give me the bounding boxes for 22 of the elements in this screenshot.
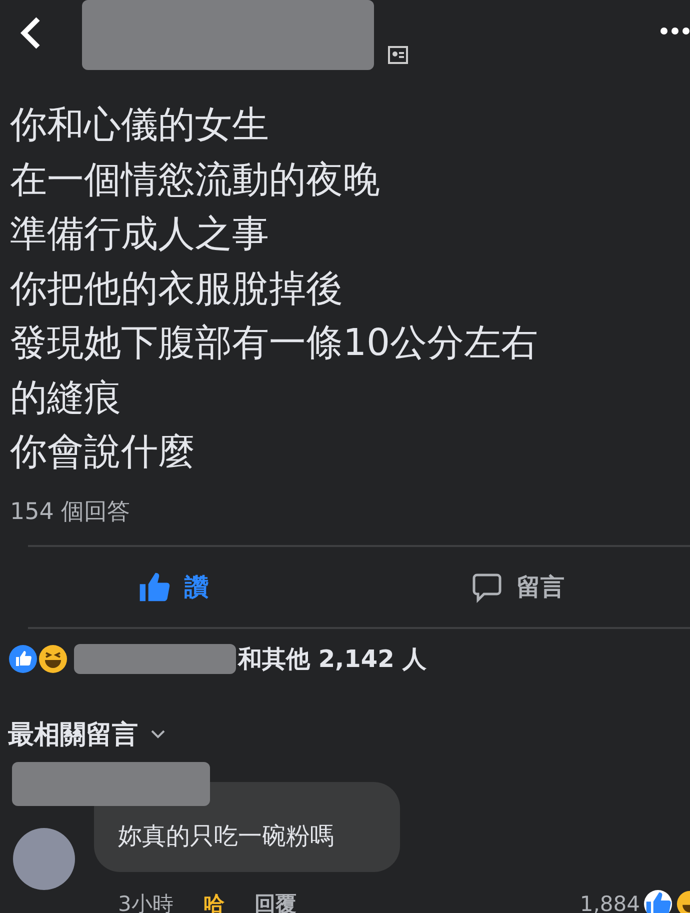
like-button[interactable]: 讚 — [0, 568, 345, 604]
back-icon[interactable] — [20, 16, 42, 50]
profile-card-icon — [388, 45, 408, 65]
chevron-down-icon — [150, 728, 166, 740]
comment-sort-dropdown[interactable]: 最相關留言 — [0, 688, 174, 762]
post-text-line: 發現她下腹部有一條10公分左右 — [10, 320, 540, 366]
post-text-line: 你會說什麼 — [10, 429, 196, 475]
more-icon[interactable] — [660, 26, 690, 36]
comment-button[interactable]: 留言 — [345, 570, 690, 604]
reactions-summary[interactable]: 和其他 2,142 人 — [238, 642, 427, 674]
thumbs-up-icon — [644, 890, 672, 913]
reaction-count: 1,884 — [580, 892, 640, 913]
post-text-line: 你和心儀的女生 — [10, 102, 270, 148]
laughing-emoji-icon — [38, 644, 68, 674]
comment-time: 3小時 — [118, 890, 174, 913]
post-text-line: 準備行成人之事 — [10, 211, 270, 257]
post-text-line: 你把他的衣服脫掉後 — [10, 266, 344, 312]
answers-count[interactable]: 154 個回答 — [10, 496, 680, 526]
post-text-line: 在一個情慾流動的夜晚 — [10, 156, 381, 202]
comment-text: 妳真的只吃一碗粉嗎 — [118, 822, 334, 850]
post-text-line: 的縫痕 — [10, 374, 122, 420]
like-reaction-icon — [8, 644, 38, 674]
